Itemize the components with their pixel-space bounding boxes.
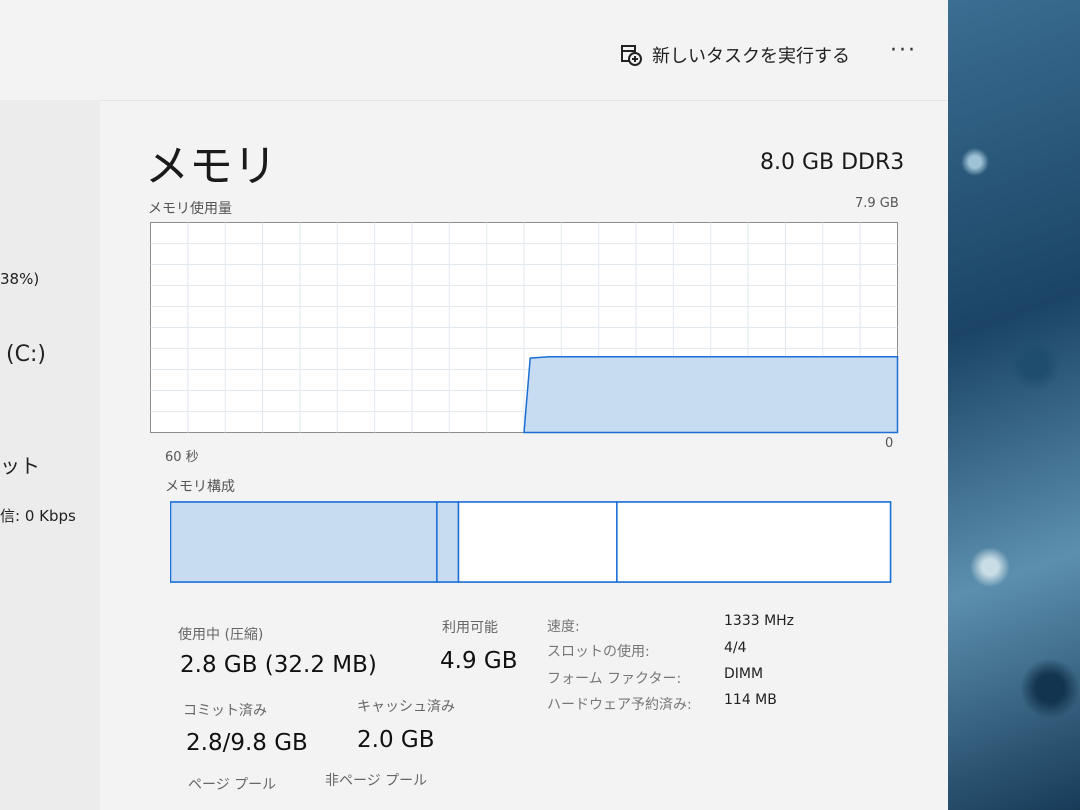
desktop-wallpaper: [930, 0, 1080, 810]
usage-graph-max: 7.9 GB: [855, 196, 899, 211]
committed-value: 2.8/9.8 GB: [186, 730, 308, 756]
speed-value: 1333 MHz: [724, 613, 795, 629]
hardware-reserved-label: ハードウェア予約済み:: [547, 697, 692, 713]
sidebar-item-percent[interactable]: 38%): [0, 270, 39, 288]
hardware-reserved-value: 114 MB: [724, 692, 777, 708]
sidebar-network-send: 信: 0 Kbps: [0, 507, 76, 525]
memory-spec: 8.0 GB DDR3: [760, 150, 905, 175]
form-factor-value: DIMM: [724, 666, 764, 682]
page-title: メモリ: [145, 141, 277, 192]
cached-label: キャッシュ済み: [357, 699, 455, 715]
nonpaged-pool-label: 非ページ プール: [325, 773, 428, 789]
in-use-label: 使用中 (圧縮): [178, 627, 264, 643]
memory-usage-graph: [150, 222, 899, 434]
usage-area: [523, 355, 899, 434]
in-use-value: 2.8 GB (32.2 MB): [180, 652, 377, 678]
segment-modified[interactable]: [436, 501, 460, 583]
sidebar-item-network[interactable]: ット: [0, 450, 40, 479]
slots-value: 4/4: [724, 640, 747, 656]
graph-min-label: 0: [885, 436, 894, 451]
usage-graph-label: メモリ使用量: [148, 201, 232, 217]
speed-label: 速度:: [547, 619, 580, 635]
form-factor-label: フォーム ファクター:: [547, 671, 682, 687]
task-manager-window: 38%) (C:) ット 信: 0 Kbps 新しいタスクを実行する ··· メ…: [0, 0, 948, 810]
sidebar-item-disk[interactable]: (C:): [6, 342, 46, 367]
cached-value: 2.0 GB: [357, 727, 435, 753]
slots-label: スロットの使用:: [547, 644, 650, 660]
run-task-label: 新しいタスクを実行する: [652, 46, 850, 67]
run-new-task-button[interactable]: 新しいタスクを実行する: [620, 42, 850, 68]
memory-composition-bar: [170, 501, 892, 583]
available-label: 利用可能: [442, 620, 498, 636]
segment-free[interactable]: [616, 501, 892, 583]
available-value: 4.9 GB: [440, 648, 518, 674]
paged-pool-label: ページ プール: [188, 777, 277, 793]
more-options-button[interactable]: ···: [890, 38, 917, 63]
run-task-icon: [620, 44, 642, 66]
segment-standby[interactable]: [457, 501, 618, 583]
committed-label: コミット済み: [183, 703, 267, 719]
segment-in-use[interactable]: [170, 501, 438, 583]
time-span-label: 60 秒: [165, 450, 199, 465]
